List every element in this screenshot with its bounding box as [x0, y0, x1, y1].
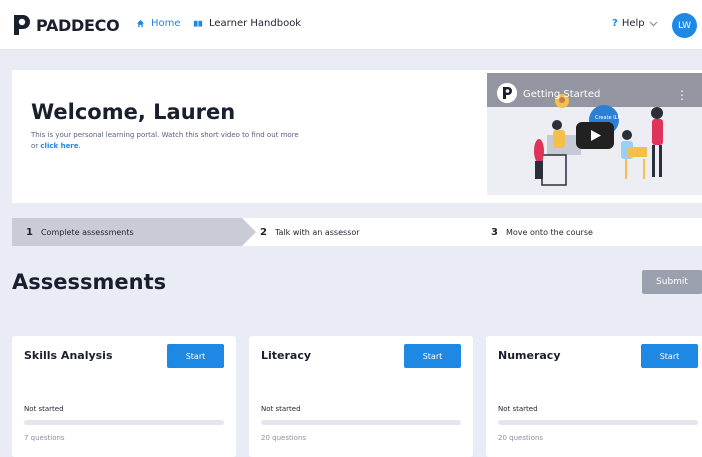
welcome-intro-end: .: [78, 142, 81, 150]
step-3-number: 3: [491, 227, 498, 238]
assessment-card-skills-analysis: Skills Analysis Start Not started 7 ques…: [12, 336, 236, 457]
help-label: Help: [621, 18, 645, 29]
step-3: 3 Move onto the course: [491, 227, 593, 238]
card-status: Not started: [261, 405, 301, 413]
progress-steps: 1 Complete assessments 2 Talk with an as…: [12, 218, 702, 246]
step-2-label: Talk with an assessor: [274, 228, 360, 237]
card-status: Not started: [498, 405, 538, 413]
chevron-down-icon: [649, 21, 658, 26]
home-icon: [136, 19, 145, 28]
assessment-card-numeracy: Numeracy Start Not started 20 questions: [486, 336, 702, 457]
logo-text: PADDECO: [36, 15, 120, 35]
book-icon: [193, 20, 203, 27]
step-3-label: Move onto the course: [505, 228, 593, 237]
step-1: 1 Complete assessments: [26, 227, 134, 238]
nav-home-link[interactable]: Home: [136, 18, 181, 29]
progress-bar: [261, 420, 461, 425]
top-bar: PADDECO Home Learner Handbook ? Help LW: [0, 0, 702, 50]
card-title: Numeracy: [498, 349, 561, 362]
click-here-link[interactable]: click here: [40, 142, 78, 150]
card-title: Skills Analysis: [24, 349, 113, 362]
nav-learner-handbook-label: Learner Handbook: [209, 18, 302, 29]
video-channel-logo-icon: [497, 83, 517, 103]
submit-button[interactable]: Submit: [642, 270, 702, 294]
video-overlay-text: Create ILP: [595, 115, 621, 121]
step-1-number: 1: [26, 227, 33, 238]
more-vertical-icon[interactable]: ⋮: [676, 88, 688, 102]
question-count: 20 questions: [261, 434, 307, 442]
card-title: Literacy: [261, 349, 312, 362]
help-menu[interactable]: ? Help: [612, 18, 658, 29]
card-status: Not started: [24, 405, 64, 413]
progress-bar: [24, 420, 224, 425]
question-count: 20 questions: [498, 434, 544, 442]
video-player[interactable]: Getting Started ⋮ Create ILP: [487, 73, 702, 195]
step-1-label: Complete assessments: [40, 228, 134, 237]
avatar[interactable]: LW: [672, 13, 697, 38]
start-button[interactable]: Start: [167, 344, 224, 368]
welcome-card: Welcome, Lauren This is your personal le…: [12, 70, 702, 203]
question-icon: ?: [612, 18, 618, 29]
welcome-intro: This is your personal learning portal. W…: [31, 130, 306, 152]
start-button[interactable]: Start: [641, 344, 698, 368]
step-2: 2 Talk with an assessor: [260, 227, 360, 238]
video-title: Getting Started: [523, 89, 601, 100]
nav-home-label: Home: [151, 18, 181, 29]
step-2-number: 2: [260, 227, 267, 238]
nav-learner-handbook-link[interactable]: Learner Handbook: [193, 18, 301, 29]
play-icon: [591, 130, 601, 141]
welcome-title: Welcome, Lauren: [31, 100, 236, 124]
progress-bar: [498, 420, 698, 425]
play-button[interactable]: [576, 122, 614, 149]
question-count: 7 questions: [24, 434, 65, 442]
start-button[interactable]: Start: [404, 344, 461, 368]
assessment-card-literacy: Literacy Start Not started 20 questions: [249, 336, 473, 457]
paddeco-logo-icon: [14, 15, 30, 35]
logo[interactable]: PADDECO: [12, 14, 120, 36]
assessments-heading: Assessments: [12, 270, 167, 294]
